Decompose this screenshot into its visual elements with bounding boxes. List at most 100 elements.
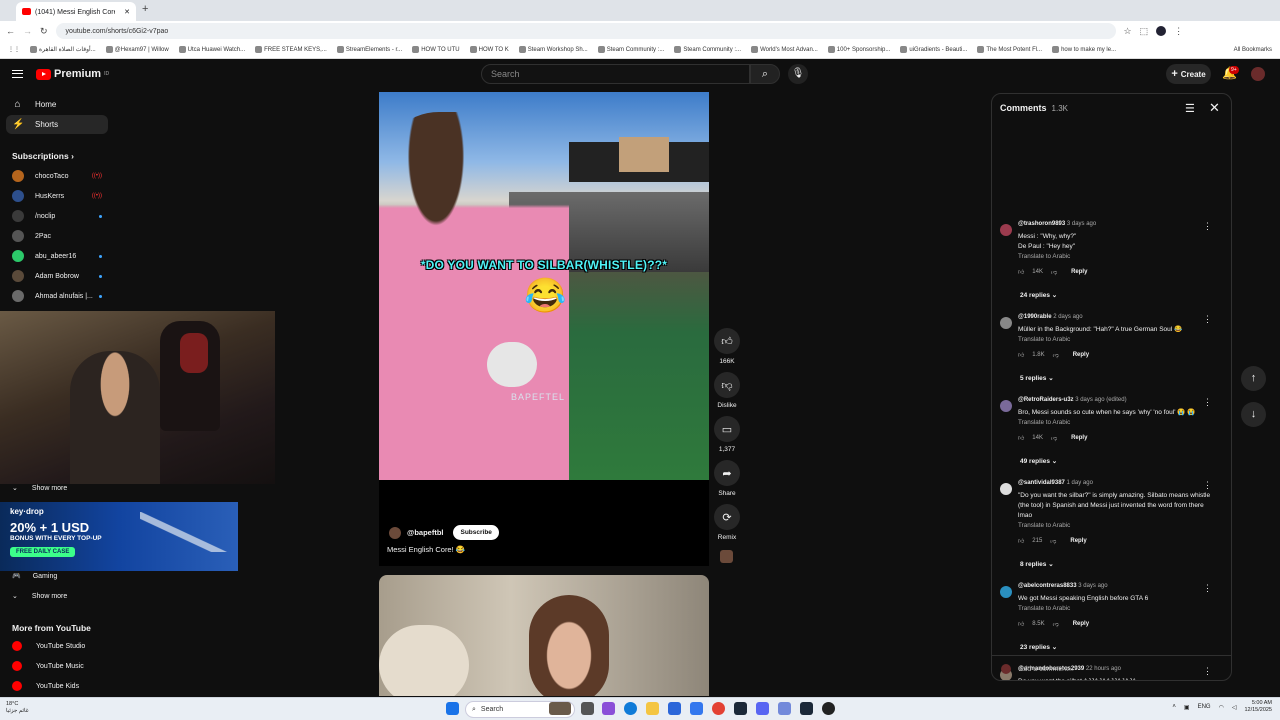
comment-like-icon[interactable]: 👍︎ — [1018, 351, 1024, 359]
comments-button[interactable]: ▭ 1,377 — [713, 416, 741, 453]
channel-name[interactable]: @bapeftbl — [407, 528, 443, 537]
steam-icon[interactable] — [734, 702, 747, 715]
next-short-preview[interactable] — [379, 575, 709, 696]
close-icon[interactable]: ✕ — [1209, 100, 1220, 116]
commenter-avatar[interactable] — [1000, 400, 1012, 412]
comment-author[interactable]: @RetroRaiders-u3z 3 days ago (edited) — [1018, 397, 1127, 403]
comment-like-icon[interactable]: 👍︎ — [1018, 620, 1024, 628]
apps-icon[interactable]: ⋮⋮ — [4, 46, 24, 53]
bookmark-item[interactable]: أوقات الصلاة القاهرة... — [26, 46, 100, 53]
store-icon[interactable] — [668, 702, 681, 715]
account-avatar[interactable] — [1251, 67, 1265, 81]
obs-icon[interactable] — [822, 702, 835, 715]
file-explorer-icon[interactable] — [646, 702, 659, 715]
steam-icon-2[interactable] — [800, 702, 813, 715]
language-indicator[interactable]: ENG — [1198, 704, 1211, 710]
subscriptions-heading[interactable]: Subscriptions › — [12, 151, 74, 161]
clock[interactable]: 5:00 AM 12/15/2025 — [1244, 700, 1272, 714]
task-view-icon[interactable] — [581, 702, 594, 715]
sidebar-item-gaming[interactable]: 🎮 Gaming — [12, 572, 57, 581]
youtube-premium-logo[interactable]: Premium ID — [36, 68, 109, 80]
bookmark-item[interactable]: World's Most Advan... — [747, 46, 822, 53]
view-replies-button[interactable]: 49 replies ⌄ — [1020, 457, 1057, 465]
bookmark-item[interactable]: FREE STEAM KEYS,... — [251, 46, 331, 53]
sidebar-item-youtube-kids[interactable]: YouTube Kids — [12, 681, 79, 691]
channel-avatar[interactable] — [389, 526, 401, 539]
commenter-avatar[interactable] — [1000, 224, 1012, 236]
comment-dislike-icon[interactable]: 👎︎ — [1050, 537, 1056, 545]
commenter-avatar[interactable] — [1000, 483, 1012, 495]
translate-link[interactable]: Translate to Arabic — [1018, 605, 1070, 612]
comment-like-icon[interactable]: 👍︎ — [1018, 537, 1024, 545]
comment-dislike-icon[interactable]: 👎︎ — [1053, 351, 1059, 359]
audio-source-thumbnail[interactable] — [720, 550, 733, 563]
bookmark-item[interactable]: Steam Community :... — [670, 46, 745, 53]
comment-more-icon[interactable]: ⋮ — [1203, 221, 1212, 232]
bookmark-item[interactable]: Steam Community :... — [594, 46, 669, 53]
comment-author[interactable]: @abelcontreras8833 3 days ago — [1018, 583, 1108, 589]
new-tab-icon[interactable]: + — [142, 3, 148, 15]
tray-app-icon[interactable]: ▣ — [1184, 704, 1190, 711]
share-button[interactable]: ➦ Share — [713, 460, 741, 497]
comment-more-icon[interactable]: ⋮ — [1203, 480, 1212, 491]
back-icon[interactable]: ← — [6, 26, 15, 36]
bookmark-item[interactable]: @Hexam97 | Willow — [102, 46, 173, 53]
ad-cta[interactable]: FREE DAILY CASE — [10, 547, 76, 557]
view-replies-button[interactable]: 8 replies ⌄ — [1020, 560, 1054, 568]
translate-link[interactable]: Translate to Arabic — [1018, 419, 1070, 426]
next-short-button[interactable]: ↓ — [1241, 402, 1266, 427]
commenter-avatar[interactable] — [1000, 317, 1012, 329]
subscription-item[interactable]: HusKerrs ((•)) — [12, 189, 102, 203]
show-more-button[interactable]: ⌄ Show more — [12, 484, 67, 493]
bookmark-item[interactable]: how to make my le... — [1048, 46, 1120, 53]
volume-icon[interactable]: ◁ — [1232, 704, 1237, 711]
search-input[interactable]: Search — [481, 64, 750, 84]
comment-dislike-icon[interactable]: 👎︎ — [1051, 434, 1057, 442]
sort-icon[interactable]: ☰ — [1185, 102, 1195, 115]
bookmark-item[interactable]: HOW TO K — [466, 46, 513, 53]
comment-author[interactable]: @1990rable 2 days ago — [1018, 314, 1083, 320]
discord-icon[interactable] — [778, 702, 791, 715]
translate-link[interactable]: Translate to Arabic — [1018, 253, 1070, 260]
translate-link[interactable]: Translate to Arabic — [1018, 522, 1070, 529]
comment-dislike-icon[interactable]: 👎︎ — [1051, 268, 1057, 276]
show-more-button-2[interactable]: ⌄ Show more — [12, 592, 67, 601]
subscription-item[interactable]: /noclip — [12, 209, 102, 223]
dislike-button[interactable]: 👎︎ Dislike — [713, 372, 741, 409]
keydrop-ad-banner[interactable]: key·drop 20% + 1 USD BONUS WITH EVERY TO… — [0, 502, 238, 571]
comment-dislike-icon[interactable]: 👎︎ — [1053, 620, 1059, 628]
reply-button[interactable]: Reply — [1071, 435, 1087, 441]
view-replies-button[interactable]: 24 replies ⌄ — [1020, 291, 1057, 299]
extensions-icon[interactable]: ⬚ — [1140, 26, 1149, 37]
weather-widget[interactable]: 18°C غائم جزئيا — [6, 701, 29, 715]
create-button[interactable]: + Create — [1166, 64, 1211, 84]
bookmark-star-icon[interactable]: ☆ — [1124, 26, 1132, 37]
all-bookmarks[interactable]: All Bookmarks — [1230, 47, 1276, 53]
subscription-item[interactable]: Ahmad alnufais |... — [12, 289, 102, 303]
comment-like-icon[interactable]: 👍︎ — [1018, 434, 1024, 442]
chrome-icon[interactable] — [712, 702, 725, 715]
like-button[interactable]: 👍︎ 166K — [713, 328, 741, 365]
add-comment-field[interactable]: Add a comment... — [992, 655, 1231, 680]
comment-like-icon[interactable]: 👍︎ — [1018, 268, 1024, 276]
teams-icon[interactable] — [756, 702, 769, 715]
hamburger-menu-icon[interactable] — [12, 70, 23, 78]
sidebar-item-shorts[interactable]: ⚡ Shorts — [6, 115, 108, 134]
voice-search-icon[interactable]: 🎙 — [788, 64, 808, 84]
bookmark-item[interactable]: HOW TO UTU — [408, 46, 463, 53]
copilot-icon[interactable] — [602, 702, 615, 715]
reply-button[interactable]: Reply — [1070, 538, 1086, 544]
comment-more-icon[interactable]: ⋮ — [1203, 583, 1212, 594]
chevron-up-icon[interactable]: ˄ — [1172, 704, 1176, 710]
comment-more-icon[interactable]: ⋮ — [1203, 314, 1212, 325]
bookmark-item[interactable]: Utca Huawei Watch... — [175, 46, 249, 53]
search-button[interactable]: ⌕ — [750, 64, 780, 84]
bookmark-item[interactable]: StreamElements - r... — [333, 46, 406, 53]
profile-icon[interactable] — [1156, 26, 1167, 36]
wifi-icon[interactable]: ◠ — [1219, 704, 1224, 711]
url-field[interactable]: youtube.com/shorts/c6Gi2-v7pao — [55, 23, 1116, 39]
windows-start-icon[interactable] — [446, 702, 459, 715]
subscription-item[interactable]: abu_abeer16 — [12, 249, 102, 263]
previous-short-button[interactable]: ↑ — [1241, 366, 1266, 391]
subscription-item[interactable]: Adam Bobrow — [12, 269, 102, 283]
